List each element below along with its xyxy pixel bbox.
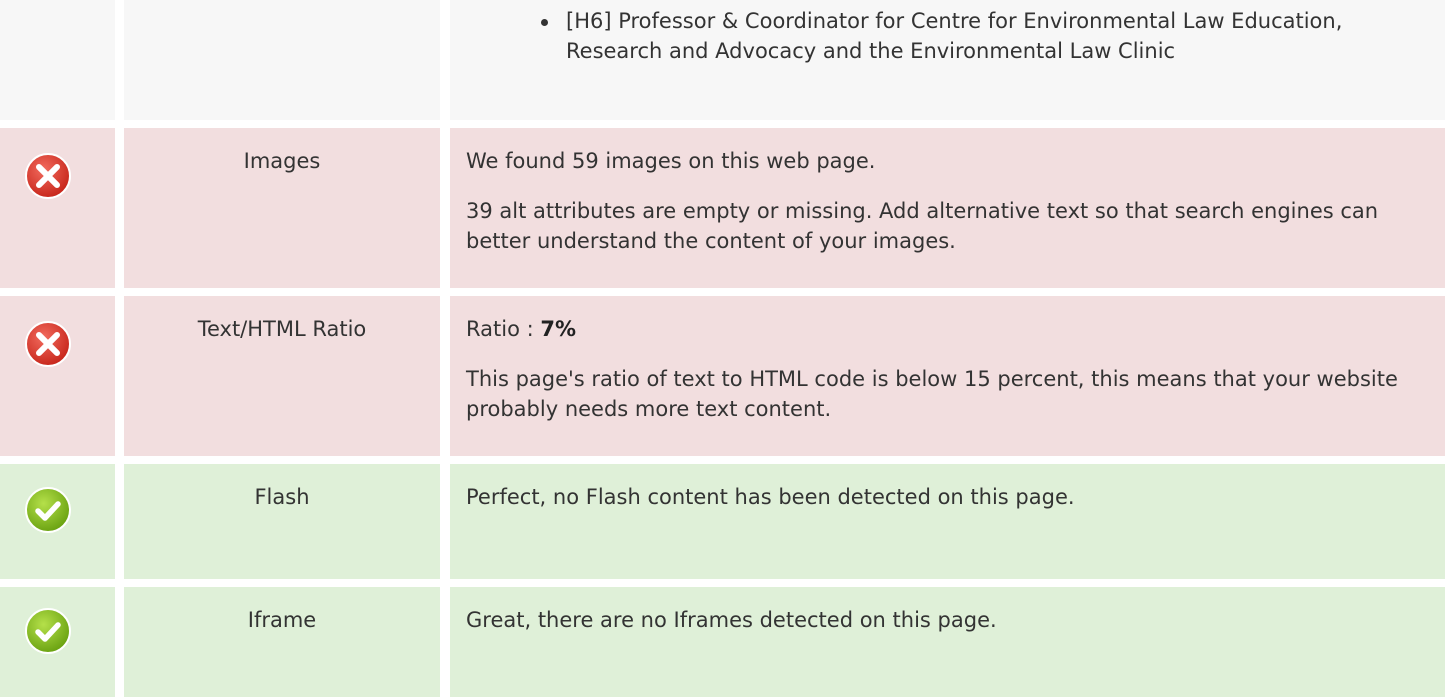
summary-text: We found 59 images on this web page. [466,149,876,173]
status-cell [0,296,115,456]
headings-list: [H6] Professor & Coordinator for Centre … [536,6,1415,66]
check-description: We found 59 images on this web page. 39 … [466,146,1415,256]
result-row-iframe: Iframe Great, there are no Iframes detec… [0,587,1445,697]
detail-text: This page's ratio of text to HTML code i… [466,367,1398,421]
status-cell [0,587,115,697]
check-icon [23,606,73,656]
summary-text: Perfect, no Flash content has been detec… [466,485,1075,509]
result-row-text-html-ratio: Text/HTML Ratio Ratio : 7% This page's r… [0,296,1445,456]
summary-text: Ratio : 7% [466,314,1415,344]
check-description: Perfect, no Flash content has been detec… [466,482,1415,512]
check-label: Iframe [247,608,317,632]
description-cell: We found 59 images on this web page. 39 … [450,128,1445,288]
ratio-value: 7% [540,317,576,341]
label-cell: Iframe [124,587,440,697]
check-description: Ratio : 7% This page's ratio of text to … [466,314,1415,424]
label-cell [124,0,440,120]
description-cell: Ratio : 7% This page's ratio of text to … [450,296,1445,456]
check-label: Flash [254,485,310,509]
detail-text: 39 alt attributes are empty or missing. … [466,199,1379,253]
check-label: Text/HTML Ratio [197,317,367,341]
result-row-headings: [H6] Professor & Coordinator for Centre … [0,0,1445,120]
status-cell [0,464,115,579]
label-cell: Text/HTML Ratio [124,296,440,456]
description-cell: [H6] Professor & Coordinator for Centre … [450,0,1445,120]
result-row-images: Images We found 59 images on this web pa… [0,128,1445,288]
ratio-label: Ratio : [466,317,541,341]
label-cell: Images [124,128,440,288]
description-cell: Perfect, no Flash content has been detec… [450,464,1445,579]
list-item: [H6] Professor & Coordinator for Centre … [536,6,1415,66]
result-row-flash: Flash Perfect, no Flash content has been… [0,464,1445,579]
summary-text: Great, there are no Iframes detected on … [466,608,997,632]
error-icon [23,151,73,201]
error-icon [23,319,73,369]
check-label: Images [243,149,321,173]
status-cell [0,128,115,288]
status-cell [0,0,115,120]
check-description: Great, there are no Iframes detected on … [466,605,1415,635]
description-cell: Great, there are no Iframes detected on … [450,587,1445,697]
check-icon [23,485,73,535]
label-cell: Flash [124,464,440,579]
